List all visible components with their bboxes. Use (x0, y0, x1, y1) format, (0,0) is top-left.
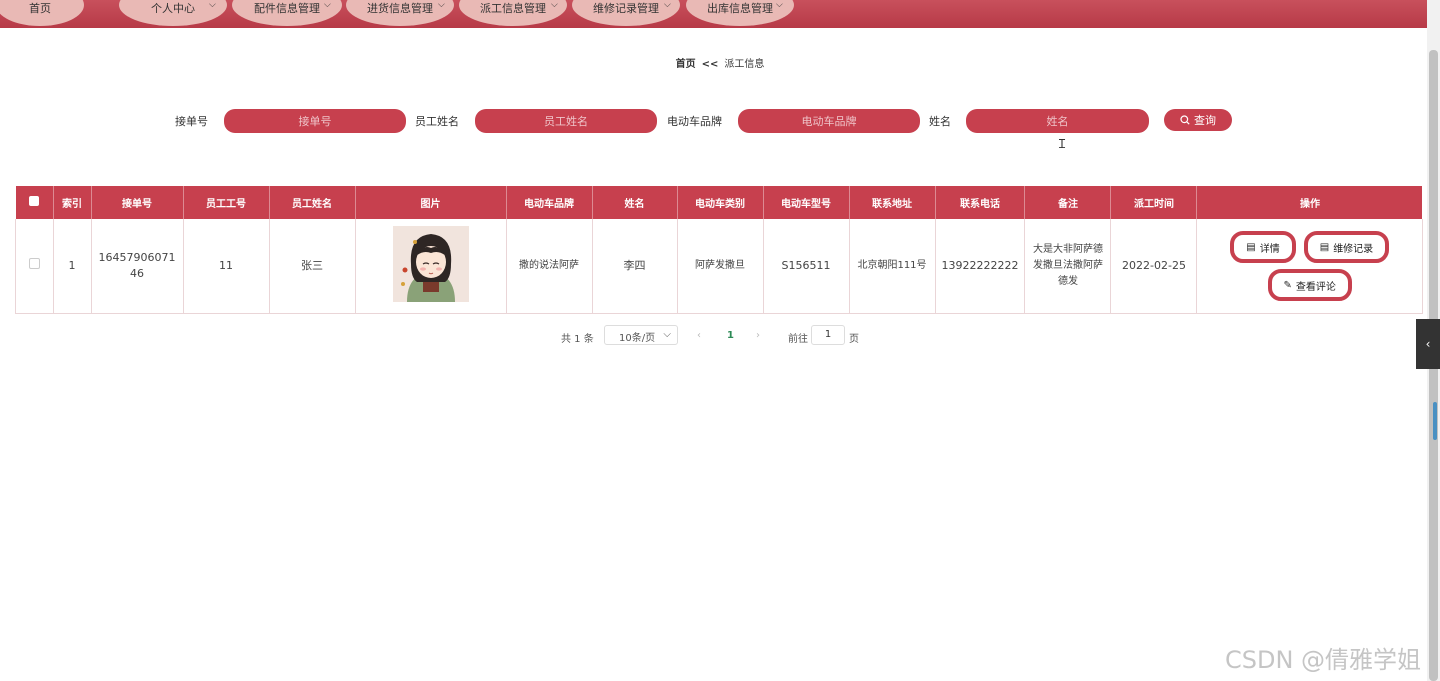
search-icon (1180, 115, 1190, 125)
cell-remark: 大是大非阿萨德发撒旦法撒阿萨德发 (1024, 219, 1112, 314)
nav-dispatch-management[interactable]: 派工信息管理 ⌵ (459, 0, 567, 26)
page-size-select[interactable]: 10条/页 ⌵ (604, 325, 678, 345)
col-employee-no: 员工工号 (183, 186, 270, 219)
watermark: CSDN @倩雅学姐 (1225, 646, 1422, 674)
detail-button[interactable]: ▤ 详情 (1230, 231, 1296, 263)
nav-repair-management[interactable]: 维修记录管理 ⌵ (572, 0, 680, 26)
cell-name: 李四 (592, 219, 678, 314)
breadcrumb: 首页 << 派工信息 (0, 55, 1440, 70)
detail-button-label: 详情 (1259, 243, 1280, 255)
order-no-input[interactable] (224, 109, 406, 133)
cell-model: S156511 (763, 219, 850, 314)
goto-page-input[interactable]: 1 (811, 325, 845, 345)
cell-address: 北京朝阳111号 (849, 219, 936, 314)
chevron-down-icon: ⌵ (776, 0, 783, 10)
dispatch-table: 索引 接单号 员工工号 员工姓名 图片 电动车品牌 姓名 电动车类别 电动车型号… (15, 186, 1423, 314)
cell-brand: 撒的说法阿萨 (506, 219, 593, 314)
prev-page-icon[interactable]: ‹ (697, 330, 701, 341)
nav-personal-center[interactable]: 个人中心 ⌵ (119, 0, 227, 26)
col-brand: 电动车品牌 (506, 186, 593, 219)
chevron-down-icon: ⌵ (209, 0, 216, 10)
breadcrumb-home[interactable]: 首页 (676, 59, 696, 70)
col-category: 电动车类别 (677, 186, 764, 219)
chevron-down-icon: ⌵ (324, 0, 331, 10)
nav-home[interactable]: 首页 (0, 0, 84, 26)
cell-employee-no: 11 (183, 219, 270, 314)
avatar-image[interactable] (392, 225, 469, 302)
brand-label: 电动车品牌 (667, 115, 722, 128)
row-select-cell[interactable] (15, 219, 54, 314)
view-comments-button[interactable]: ✎ 查看评论 (1267, 269, 1352, 301)
col-index: 索引 (53, 186, 92, 219)
order-no-label: 接单号 (175, 115, 208, 128)
cell-employee-name: 张三 (269, 219, 356, 314)
chevron-down-icon: ⌵ (438, 0, 445, 10)
chevron-down-icon: ⌵ (551, 0, 558, 10)
col-actions: 操作 (1196, 186, 1423, 219)
row-checkbox[interactable] (28, 258, 40, 269)
table-row: 1 1645790607146 11 张三 撒的说法阿萨 李四 阿萨发撒旦 S1… (15, 219, 1423, 314)
collapse-panel-button[interactable]: ‹ (1416, 319, 1440, 369)
col-employee-name: 员工姓名 (269, 186, 356, 219)
chevron-left-icon: ‹ (1425, 337, 1431, 351)
breadcrumb-current: 派工信息 (724, 59, 765, 70)
col-address: 联系地址 (849, 186, 936, 219)
col-dispatch-time: 派工时间 (1110, 186, 1198, 219)
nav-outbound-management[interactable]: 出库信息管理 ⌵ (686, 0, 794, 26)
side-slider-handle[interactable] (1433, 402, 1437, 440)
select-all-header[interactable] (15, 186, 54, 219)
col-model: 电动车型号 (763, 186, 850, 219)
document-icon: ▤ (1246, 241, 1256, 253)
current-page[interactable]: 1 (727, 330, 734, 341)
next-page-icon[interactable]: › (756, 330, 760, 341)
name-input[interactable] (966, 109, 1149, 133)
document-icon: ▤ (1319, 241, 1330, 253)
brand-input[interactable] (738, 109, 920, 133)
repair-record-button-label: 维修记录 (1333, 243, 1374, 255)
col-remark: 备注 (1024, 186, 1112, 219)
text-cursor-icon: Ｉ (1056, 137, 1069, 151)
search-button[interactable]: 查询 (1164, 109, 1232, 131)
view-comments-button-label: 查看评论 (1295, 281, 1336, 293)
employee-name-label: 员工姓名 (415, 115, 459, 128)
employee-name-input[interactable] (475, 109, 657, 133)
repair-record-button[interactable]: ▤ 维修记录 (1303, 231, 1390, 263)
col-image: 图片 (355, 186, 507, 219)
page-size-value: 10条/页 (619, 333, 656, 344)
cell-dispatch-time: 2022-02-25 (1110, 219, 1198, 314)
cell-category: 阿萨发撒旦 (677, 219, 764, 314)
edit-icon: ✎ (1283, 279, 1292, 291)
nav-home-label: 首页 (29, 2, 51, 15)
col-phone: 联系电话 (935, 186, 1026, 219)
cell-phone: 13922222222 (935, 219, 1026, 314)
col-order-no: 接单号 (91, 186, 184, 219)
select-all-checkbox[interactable] (29, 196, 39, 206)
cell-index: 1 (53, 219, 92, 314)
top-navbar: 首页 个人中心 ⌵ 配件信息管理 ⌵ 进货信息管理 ⌵ 派工信息管理 ⌵ 维修记… (0, 0, 1427, 28)
cell-order-no-text: 1645790607146 (98, 251, 176, 280)
pagination-total: 共 1 条 (561, 334, 594, 345)
chevron-down-icon: ⌵ (663, 329, 671, 340)
cell-actions: ▤ 详情 ▤ 维修记录 ✎ 查看评论 (1196, 219, 1423, 314)
nav-parts-management[interactable]: 配件信息管理 ⌵ (232, 0, 342, 26)
breadcrumb-separator: << (701, 59, 719, 70)
name-label: 姓名 (929, 115, 951, 128)
nav-purchase-management[interactable]: 进货信息管理 ⌵ (346, 0, 454, 26)
col-name: 姓名 (592, 186, 678, 219)
goto-label: 前往 (788, 334, 808, 345)
search-button-label: 查询 (1194, 114, 1216, 127)
table-header-row: 索引 接单号 员工工号 员工姓名 图片 电动车品牌 姓名 电动车类别 电动车型号… (15, 186, 1423, 219)
cell-image (355, 219, 507, 314)
chevron-down-icon: ⌵ (664, 0, 671, 10)
cell-order-no: 1645790607146 (91, 219, 184, 314)
page-unit-label: 页 (849, 334, 859, 345)
